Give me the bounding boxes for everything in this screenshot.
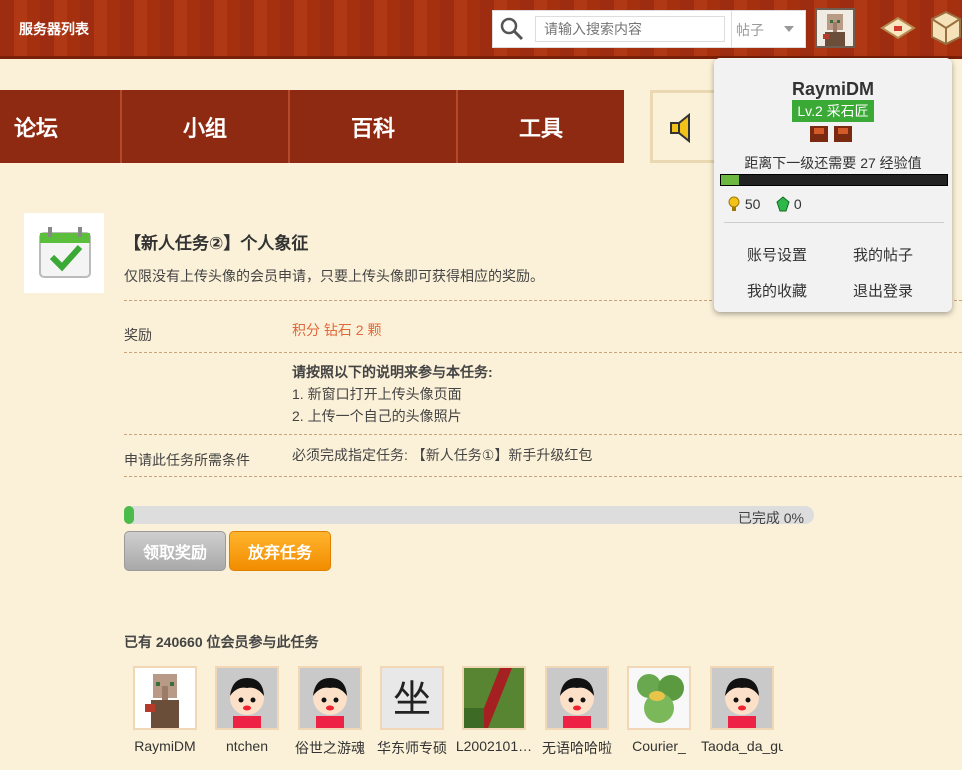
emerald-value: 0 [793,196,802,212]
exp-bar [720,174,948,186]
task-icon [24,213,104,293]
member-name[interactable]: 俗世之游魂 [289,738,371,758]
user-popup: RaymiDM Lv.2 采石匠 距离下一级还需要 27 经验值 50 0 账号… [714,58,952,312]
search-type-select[interactable]: 帖子 [731,11,806,47]
main-nav: 论坛 小组 百科 工具 [0,90,624,163]
default-avatar-icon [712,668,772,728]
points-icon [728,196,740,211]
member-avatar[interactable] [215,666,279,730]
villager-avatar-icon [145,674,179,728]
search-input[interactable] [535,16,725,42]
member-name[interactable]: L2002101… [453,738,535,754]
notification-icon[interactable] [930,10,962,46]
member-name[interactable]: Courier_ [618,738,700,754]
top-bar: 服务器列表 帖子 [0,0,962,59]
member-avatar[interactable] [462,666,526,730]
member-item[interactable]: 俗世之游魂 [289,666,371,758]
member-avatar[interactable] [133,666,197,730]
divider [124,434,962,435]
logout-link[interactable]: 退出登录 [853,280,913,301]
nav-forum[interactable]: 论坛 [0,90,122,163]
user-stats: 50 0 [727,196,802,212]
nav-tools[interactable]: 工具 [458,90,624,163]
character-avatar-icon: 坐 [382,668,442,728]
member-item[interactable]: RaymiDM [124,666,206,754]
member-name[interactable]: Taoda_da_gu… [701,738,783,754]
member-item[interactable]: 坐 华东师专硕 [371,666,453,758]
exp-text: 距离下一级还需要 27 经验值 [744,155,922,171]
claim-reward-button[interactable]: 领取奖励 [124,531,226,571]
user-avatar[interactable] [815,8,855,48]
participants-count: 已有 240660 位会员参与此任务 [124,634,319,650]
member-item[interactable]: L2002101… [453,666,535,754]
popup-username[interactable]: RaymiDM [714,79,952,100]
points-value: 50 [744,196,761,212]
plant-avatar-icon [629,668,689,728]
member-avatar[interactable] [298,666,362,730]
level-badge: Lv.2 采石匠 [792,100,874,122]
abandon-task-button[interactable]: 放弃任务 [229,531,331,571]
member-item[interactable]: ntchen [206,666,288,754]
member-name[interactable]: 华东师专硕 [371,738,453,758]
instruction-step-2: 2. 上传一个自己的头像照片 [292,408,462,424]
condition-label: 申请此任务所需条件 [124,452,250,468]
task-description: 仅限没有上传头像的会员申请，只要上传头像即可获得相应的奖励。 [124,268,544,284]
member-avatar[interactable] [710,666,774,730]
default-avatar-icon [300,668,360,728]
member-item[interactable]: 无语哈哈啦 [536,666,618,758]
svg-text:坐: 坐 [393,679,431,721]
nav-wiki[interactable]: 百科 [290,90,458,163]
speaker-icon [670,112,690,144]
account-settings-link[interactable]: 账号设置 [747,244,807,265]
search-box: 帖子 [492,10,806,48]
member-avatar[interactable] [627,666,691,730]
progress-text: 已完成 0% [737,510,804,526]
member-name[interactable]: ntchen [206,738,288,754]
member-name[interactable]: 无语哈哈啦 [536,738,618,758]
announcement-box [650,90,720,163]
my-posts-link[interactable]: 我的帖子 [853,244,913,265]
divider [724,222,944,223]
search-icon[interactable] [500,17,524,41]
server-list-link[interactable]: 服务器列表 [19,19,89,39]
reward-value: 积分 钻石 2 颗 [292,322,382,338]
member-item[interactable]: Courier_ [618,666,700,754]
default-avatar-icon [217,668,277,728]
calendar-check-icon [39,227,91,278]
search-type-value: 帖子 [736,22,764,38]
member-name[interactable]: RaymiDM [124,738,206,754]
villager-avatar-icon [823,14,845,46]
instructions-title: 请按照以下的说明来参与本任务: [292,364,493,380]
task-progress-bar: 已完成 0% [124,506,814,526]
condition-value[interactable]: 必须完成指定任务: 【新人任务①】新手升级红包 [292,444,592,466]
divider [124,352,962,353]
member-avatar[interactable] [545,666,609,730]
message-icon[interactable] [880,14,916,42]
divider [124,476,962,477]
my-favorites-link[interactable]: 我的收藏 [747,280,807,301]
reward-label: 奖励 [124,327,152,343]
chevron-down-icon [784,26,794,32]
member-item[interactable]: Taoda_da_gu… [701,666,783,754]
nav-group[interactable]: 小组 [122,90,290,163]
grass-block-avatar-icon [464,668,524,728]
progress-fill [124,506,134,524]
instructions: 请按照以下的说明来参与本任务: 1. 新窗口打开上传头像页面 2. 上传一个自己… [292,361,493,427]
default-avatar-icon [547,668,607,728]
medal-icon [810,126,852,142]
task-title: 【新人任务②】个人象征 [124,234,309,253]
instruction-step-1[interactable]: 1. 新窗口打开上传头像页面 [292,383,493,405]
emerald-icon [776,196,790,212]
exp-bar-fill [721,175,740,185]
member-avatar[interactable]: 坐 [380,666,444,730]
